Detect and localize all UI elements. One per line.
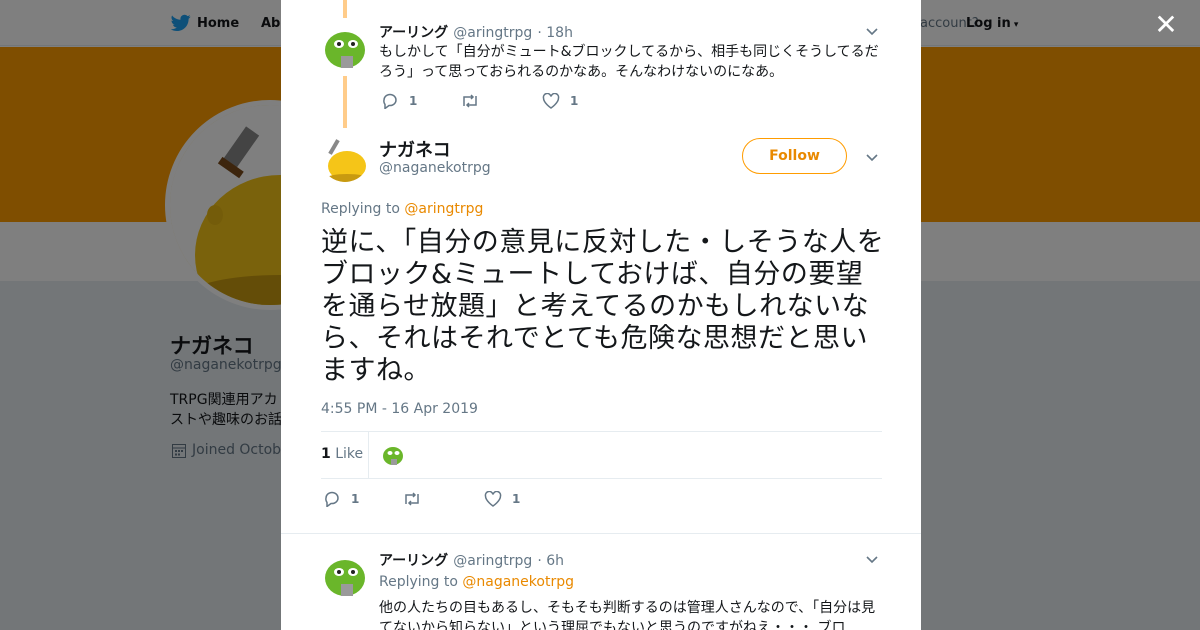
- reply-count: 1: [409, 94, 418, 108]
- close-icon[interactable]: ✕: [1152, 11, 1180, 39]
- like-button[interactable]: 1: [542, 93, 578, 109]
- replying-to-prefix: Replying to: [321, 201, 400, 217]
- focus-timestamp[interactable]: 4:55 PM - 16 Apr 2019: [321, 401, 478, 417]
- like-button[interactable]: 1: [484, 491, 520, 507]
- retweet-button[interactable]: [402, 492, 484, 506]
- tweet-author-handle[interactable]: @aringtrpg: [453, 553, 532, 569]
- like-stat-label: Like: [335, 446, 364, 462]
- tweet-header: アーリング @aringtrpg · 18h: [379, 22, 573, 42]
- like-count: 1: [570, 94, 579, 108]
- green-dragon-avatar-icon: [321, 24, 369, 72]
- tweet-author-name[interactable]: アーリング: [379, 25, 448, 41]
- replying-to-line: Replying to @aringtrpg: [321, 201, 483, 217]
- chevron-down-icon[interactable]: [865, 150, 879, 164]
- section-separator: [281, 533, 921, 534]
- tweet-text: もしかして「自分がミュート&ブロックしてるから、相手も同じくそうしてるだろう」っ…: [379, 44, 879, 80]
- yellow-cat-avatar-icon: [321, 134, 369, 182]
- thread-connector: [343, 76, 347, 128]
- replying-to-line: Replying to @naganekotrpg: [379, 574, 574, 590]
- liker-avatar[interactable]: [381, 443, 405, 467]
- replying-to-link[interactable]: @aringtrpg: [404, 201, 483, 217]
- like-stat-count: 1: [321, 446, 331, 462]
- avatar[interactable]: [321, 552, 369, 600]
- replying-to-link[interactable]: @naganekotrpg: [462, 574, 574, 590]
- reply-button[interactable]: 1: [382, 93, 460, 109]
- tweet-header: アーリング @aringtrpg · 6h: [379, 550, 564, 570]
- avatar[interactable]: [321, 134, 369, 182]
- tweet-time[interactable]: · 18h: [537, 25, 573, 41]
- reply-button[interactable]: 1: [324, 491, 402, 507]
- likes-stats[interactable]: 1 Like: [321, 446, 363, 462]
- heart-icon: [542, 93, 560, 109]
- reply-icon: [325, 491, 339, 507]
- focus-author-handle[interactable]: @naganekotrpg: [379, 160, 491, 176]
- reply-count: 1: [351, 492, 360, 506]
- focus-tweet-text: 逆に、「自分の意見に反対した・しそうな人をブロック&ミュートしておけば、自分の要…: [321, 227, 885, 386]
- reply-icon: [383, 93, 397, 109]
- like-count: 1: [512, 492, 521, 506]
- tweet-permalink-modal: アーリング @aringtrpg · 18h もしかして「自分がミュート&ブロッ…: [281, 0, 921, 630]
- green-dragon-avatar-icon: [381, 443, 405, 467]
- focus-tweet-actions: 1 1: [324, 491, 520, 507]
- chevron-down-icon[interactable]: [865, 24, 879, 38]
- tweet-time[interactable]: · 6h: [537, 553, 564, 569]
- divider: [321, 478, 882, 479]
- green-dragon-avatar-icon: [321, 552, 369, 600]
- thread-connector: [343, 0, 347, 18]
- avatar[interactable]: [321, 24, 369, 72]
- tweet-actions: 1 1: [382, 93, 578, 109]
- retweet-icon: [463, 94, 477, 108]
- replying-to-prefix: Replying to: [379, 574, 458, 590]
- tweet-author-name[interactable]: アーリング: [379, 553, 448, 569]
- retweet-icon: [405, 492, 419, 506]
- chevron-down-icon[interactable]: [865, 552, 879, 566]
- tweet-text: 他の人たちの目もあるし、そもそも判断するのは管理人さんなので、「自分は見てないか…: [379, 600, 876, 630]
- focus-author-name[interactable]: ナガネコ: [379, 136, 451, 162]
- follow-button[interactable]: Follow: [742, 138, 847, 174]
- tweet-author-handle[interactable]: @aringtrpg: [453, 25, 532, 41]
- stats-divider: [368, 432, 369, 478]
- divider: [321, 431, 882, 432]
- heart-icon: [484, 491, 502, 507]
- retweet-button[interactable]: [460, 94, 542, 108]
